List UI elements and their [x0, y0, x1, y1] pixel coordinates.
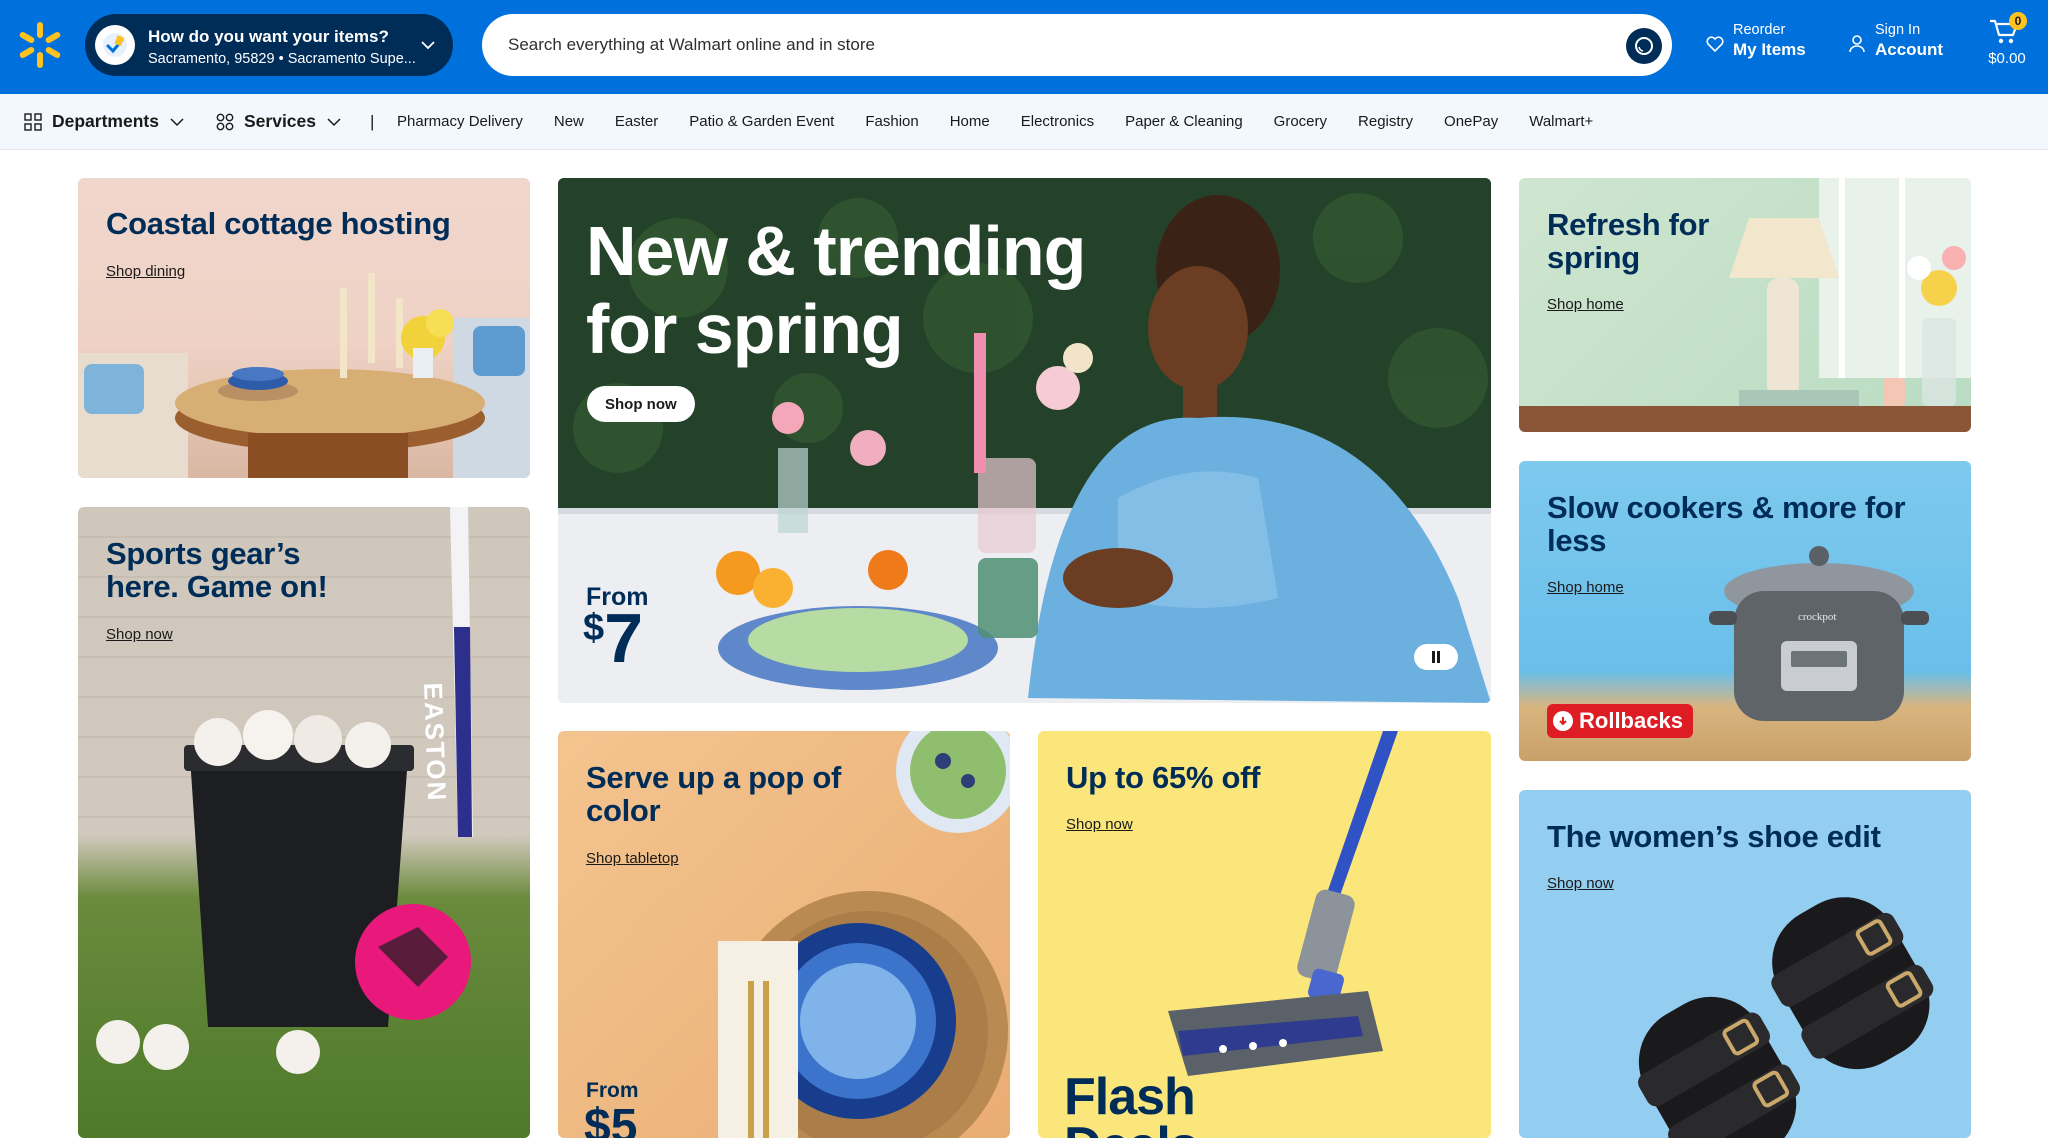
nav-link-new[interactable]: New	[554, 113, 584, 130]
nav-link-easter[interactable]: Easter	[615, 113, 658, 130]
delivery-location-selector[interactable]: How do you want your items? Sacramento, …	[85, 14, 453, 76]
departments-menu[interactable]: Departments	[24, 111, 185, 132]
shop-now-button[interactable]: Shop now	[587, 386, 695, 422]
price-value: 7	[604, 599, 644, 677]
card-title-line1: Serve up a pop of	[586, 760, 841, 795]
nav-link-paper-cleaning[interactable]: Paper & Cleaning	[1125, 113, 1243, 130]
promo-card-shoe-edit[interactable]: The women’s shoe edit Shop now	[1519, 790, 1971, 1138]
search-button[interactable]	[1626, 28, 1662, 64]
heart-icon	[1706, 36, 1724, 53]
card-title-line2: here. Game on!	[106, 568, 328, 604]
promo-card-coastal-cottage[interactable]: Coastal cottage hosting Shop dining	[78, 178, 530, 478]
shop-now-link[interactable]: Shop now	[106, 626, 173, 643]
card-title: Sports gear’s here. Game on!	[106, 536, 328, 604]
departments-label: Departments	[52, 111, 159, 131]
cart-button[interactable]: 0 $0.00	[1982, 12, 2032, 72]
promo-card-sports-gear[interactable]: Sports gear’s here. Game on! Shop now EA…	[78, 507, 530, 1138]
hero-banner-spring[interactable]: New & trending for spring Shop now From …	[558, 178, 1491, 703]
card-title-line1: Sports gear’s	[106, 536, 301, 571]
promo-card-serve-color[interactable]: Serve up a pop of color Shop tabletop Fr…	[558, 731, 1010, 1138]
card-title-line2: spring	[1547, 239, 1640, 275]
hero-title: New & trending for spring	[586, 212, 1086, 369]
card-title: Serve up a pop of color	[586, 760, 841, 828]
nav-link-fashion[interactable]: Fashion	[865, 113, 918, 130]
reorder-my-items-link[interactable]: Reorder My Items	[1706, 22, 1806, 60]
product-brand-text: crockpot	[1798, 611, 1837, 623]
rollback-arrow-icon	[1553, 711, 1573, 731]
price-value: $5	[584, 1100, 638, 1138]
flash-deals-logo: Flash Deals	[1064, 1071, 1199, 1138]
services-menu[interactable]: Services	[216, 111, 342, 132]
rollbacks-label: Rollbacks	[1579, 708, 1683, 733]
search-bar	[482, 14, 1672, 76]
bat-brand-text: EASTON	[418, 682, 453, 803]
chevron-down-icon	[170, 117, 184, 126]
shop-now-link[interactable]: Shop now	[1066, 816, 1133, 833]
shop-home-link[interactable]: Shop home	[1547, 296, 1624, 313]
walmart-spark-logo[interactable]	[17, 20, 63, 70]
user-icon	[1849, 35, 1865, 53]
promo-card-flash-deals[interactable]: Up to 65% off Shop now Flash Deals	[1038, 731, 1491, 1138]
delivery-title: How do you want your items?	[148, 27, 389, 46]
nav-link-registry[interactable]: Registry	[1358, 113, 1413, 130]
nav-separator: |	[370, 112, 375, 131]
nav-link-pharmacy-delivery[interactable]: Pharmacy Delivery	[397, 113, 523, 130]
sign-in-label: Sign In	[1875, 22, 1921, 38]
card-title-line2: color	[586, 792, 661, 828]
hero-title-line2: for spring	[586, 290, 904, 369]
reorder-label: Reorder	[1733, 22, 1786, 38]
nav-link-home[interactable]: Home	[950, 113, 990, 130]
card-title: Up to 65% off	[1066, 760, 1261, 795]
shop-dining-link[interactable]: Shop dining	[106, 263, 185, 280]
nav-link-grocery[interactable]: Grocery	[1274, 113, 1327, 130]
promo-card-refresh-spring[interactable]: Refresh for spring Shop home	[1519, 178, 1971, 432]
site-header: How do you want your items? Sacramento, …	[0, 0, 2048, 94]
services-icon	[216, 113, 234, 130]
hero-title-line1: New & trending	[586, 212, 1086, 290]
shop-tabletop-link[interactable]: Shop tabletop	[586, 850, 679, 867]
my-items-label: My Items	[1733, 40, 1806, 59]
services-label: Services	[244, 111, 317, 131]
card-title-line1: Refresh for	[1547, 207, 1710, 242]
card-title: The women’s shoe edit	[1547, 819, 1881, 854]
delivery-address: Sacramento, 95829 • Sacramento Supe...	[148, 51, 416, 67]
cart-total: $0.00	[1988, 50, 2026, 67]
sign-in-account-link[interactable]: Sign In Account	[1849, 22, 1943, 60]
flash-deals-line2: Deals	[1064, 1117, 1199, 1138]
nav-link-electronics[interactable]: Electronics	[1021, 113, 1094, 130]
search-icon	[1635, 37, 1653, 55]
delivery-icon	[95, 25, 135, 65]
chevron-down-icon	[421, 41, 435, 50]
cart-count-badge: 0	[2009, 12, 2027, 30]
card-title-line1: Slow cookers & more for	[1547, 490, 1906, 525]
carousel-pause-button[interactable]	[1414, 644, 1458, 670]
price-currency: $	[583, 607, 605, 649]
rollbacks-badge: Rollbacks	[1547, 704, 1693, 738]
nav-links: Pharmacy Delivery New Easter Patio & Gar…	[397, 113, 1624, 130]
shop-now-link[interactable]: Shop now	[1547, 875, 1614, 892]
shop-home-link[interactable]: Shop home	[1547, 579, 1624, 596]
hero-price: $7	[583, 603, 643, 673]
card-title-line2: less	[1547, 522, 1607, 558]
account-label: Account	[1875, 40, 1943, 59]
promo-card-slow-cookers[interactable]: Slow cookers & more for less Shop home c…	[1519, 461, 1971, 761]
card-title: Coastal cottage hosting	[106, 206, 451, 241]
nav-link-patio-garden-event[interactable]: Patio & Garden Event	[689, 113, 834, 130]
card-title: Slow cookers & more for less	[1547, 490, 1906, 558]
nav-link-onepay[interactable]: OnePay	[1444, 113, 1498, 130]
pause-icon	[1432, 651, 1440, 663]
secondary-navigation: Departments Services | Pharmacy Delivery…	[0, 94, 2048, 150]
chevron-down-icon	[327, 117, 341, 126]
grid-icon	[24, 112, 42, 131]
nav-link-walmart-plus[interactable]: Walmart+	[1529, 113, 1593, 130]
search-input[interactable]	[508, 14, 1588, 76]
card-title: Refresh for spring	[1547, 207, 1710, 275]
